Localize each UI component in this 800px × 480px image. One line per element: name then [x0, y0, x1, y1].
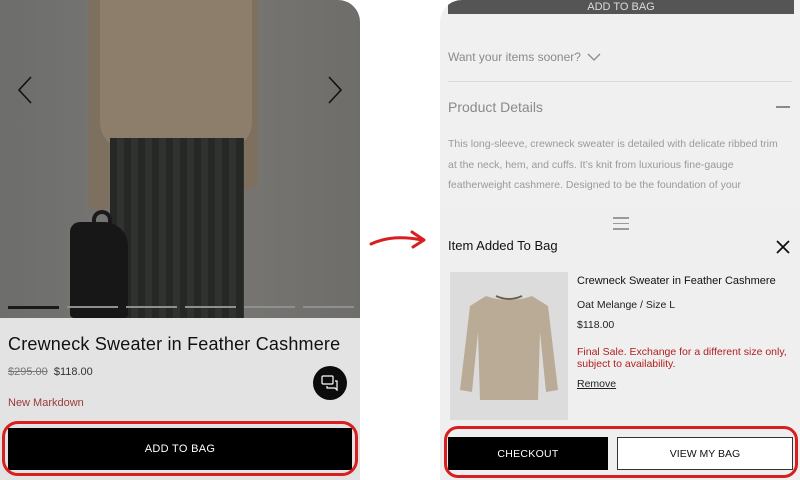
- item-added-screen: ADD TO BAG Want your items sooner? Produ…: [440, 0, 800, 480]
- pagination-dot[interactable]: [185, 306, 236, 308]
- price-row: $295.00 $118.00: [8, 366, 93, 378]
- markdown-badge: New Markdown: [8, 397, 84, 409]
- shipping-options-toggle[interactable]: Want your items sooner?: [448, 50, 601, 64]
- chat-icon[interactable]: [313, 366, 347, 400]
- chevron-right-icon[interactable]: [320, 72, 350, 108]
- product-details-text: This long-sleeve, crewneck sweater is de…: [448, 138, 778, 191]
- minus-icon[interactable]: [776, 106, 790, 108]
- item-variant: Oat Melange / Size L: [577, 299, 676, 311]
- original-price: $295.00: [8, 366, 48, 378]
- product-page-screen: Crewneck Sweater in Feather Cashmere $29…: [0, 0, 360, 480]
- sale-price: $118.00: [53, 366, 93, 378]
- item-name: Crewneck Sweater in Feather Cashmere: [577, 275, 776, 287]
- drag-handle-icon[interactable]: [613, 217, 629, 230]
- sheet-title: Item Added To Bag: [448, 238, 558, 253]
- item-thumbnail[interactable]: [450, 272, 568, 420]
- item-price: $118.00: [577, 319, 615, 331]
- image-pagination[interactable]: [8, 306, 354, 309]
- close-icon[interactable]: [774, 238, 792, 256]
- product-details-heading[interactable]: Product Details: [448, 99, 543, 115]
- shipping-options-label: Want your items sooner?: [448, 50, 581, 64]
- pagination-dot[interactable]: [244, 306, 295, 308]
- highlight-checkout-buttons: [444, 426, 798, 478]
- divider: [448, 81, 792, 82]
- remove-link[interactable]: Remove: [577, 378, 616, 390]
- chevron-down-icon: [587, 53, 601, 61]
- pagination-dot[interactable]: [126, 306, 177, 308]
- product-title: Crewneck Sweater in Feather Cashmere: [8, 334, 341, 354]
- chevron-left-icon[interactable]: [10, 72, 40, 108]
- final-sale-notice: Final Sale. Exchange for a different siz…: [577, 346, 787, 370]
- pagination-dot[interactable]: [8, 306, 59, 309]
- add-to-bag-button[interactable]: ADD TO BAG: [448, 0, 794, 14]
- product-image[interactable]: [0, 0, 360, 318]
- transition-arrow-icon: [369, 230, 426, 249]
- pagination-dot[interactable]: [303, 306, 354, 308]
- highlight-add-to-bag: [2, 421, 358, 476]
- pagination-dot[interactable]: [67, 306, 118, 308]
